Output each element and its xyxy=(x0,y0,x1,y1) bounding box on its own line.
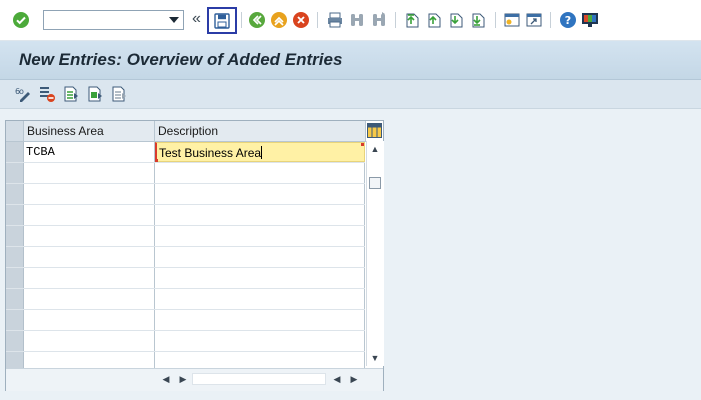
row-selector[interactable] xyxy=(6,331,24,351)
description-cell[interactable]: Test Business Area xyxy=(155,142,365,162)
business-area-cell[interactable] xyxy=(24,163,155,183)
customize-layout-icon[interactable] xyxy=(581,11,599,29)
first-page-icon[interactable] xyxy=(403,11,421,29)
description-cell[interactable] xyxy=(155,289,365,309)
table-body: TCBA Test Business Area xyxy=(6,142,365,373)
row-selector[interactable] xyxy=(6,247,24,267)
toolbar-separator xyxy=(317,12,318,28)
previous-page-icon[interactable] xyxy=(425,11,443,29)
business-area-cell[interactable] xyxy=(24,289,155,309)
scroll-down-icon[interactable]: ▼ xyxy=(370,353,380,363)
scroll-right-icon[interactable]: ▶ xyxy=(178,373,188,385)
column-header-description[interactable]: Description xyxy=(155,121,366,141)
title-bar: New Entries: Overview of Added Entries xyxy=(0,41,701,80)
business-area-cell[interactable]: TCBA xyxy=(24,142,155,162)
toolbar-separator xyxy=(241,12,242,28)
table-row xyxy=(6,310,365,331)
row-selector[interactable] xyxy=(6,268,24,288)
table-settings-icon[interactable] xyxy=(366,122,382,139)
last-page-icon[interactable] xyxy=(469,11,487,29)
row-selector[interactable] xyxy=(6,226,24,246)
business-area-cell[interactable] xyxy=(24,184,155,204)
next-page-icon[interactable] xyxy=(447,11,465,29)
description-cell[interactable] xyxy=(155,268,365,288)
table-row: TCBA Test Business Area xyxy=(6,142,365,163)
entries-table: Business Area Description TCBA Test Busi… xyxy=(5,120,384,391)
row-selector[interactable] xyxy=(6,310,24,330)
description-cell-text: Test Business Area xyxy=(159,146,262,160)
description-cell[interactable] xyxy=(155,184,365,204)
table-row xyxy=(6,268,365,289)
find-icon[interactable] xyxy=(348,11,366,29)
row-selector[interactable] xyxy=(6,142,24,162)
row-selector[interactable] xyxy=(6,184,24,204)
description-cell[interactable] xyxy=(155,310,365,330)
scroll-up-icon[interactable]: ▲ xyxy=(370,144,380,154)
application-toolbar: 6o xyxy=(0,80,701,109)
table-row xyxy=(6,226,365,247)
description-cell[interactable] xyxy=(155,226,365,246)
business-area-cell[interactable] xyxy=(24,226,155,246)
vertical-scrollbar[interactable]: ▲ ▼ xyxy=(366,141,384,366)
collapse-command-field-icon[interactable]: « xyxy=(192,10,201,28)
row-selector[interactable] xyxy=(6,163,24,183)
display-change-icon[interactable]: 6o xyxy=(14,85,32,103)
business-area-cell[interactable] xyxy=(24,268,155,288)
business-area-cell[interactable] xyxy=(24,247,155,267)
back-icon[interactable] xyxy=(248,11,266,29)
deselect-all-icon[interactable] xyxy=(110,85,128,103)
svg-text:o: o xyxy=(19,87,24,96)
create-session-icon[interactable] xyxy=(503,11,521,29)
find-next-icon[interactable] xyxy=(370,11,388,29)
help-icon[interactable]: ? xyxy=(559,11,577,29)
horizontal-scroll-track[interactable] xyxy=(192,373,326,385)
select-block-icon[interactable] xyxy=(86,85,104,103)
description-cell[interactable] xyxy=(155,205,365,225)
description-cell[interactable] xyxy=(155,163,365,183)
page-title: New Entries: Overview of Added Entries xyxy=(19,50,343,69)
table-row xyxy=(6,247,365,268)
table-row xyxy=(6,163,365,184)
row-selector[interactable] xyxy=(6,289,24,309)
command-field[interactable] xyxy=(43,10,184,30)
text-cursor xyxy=(261,146,263,159)
description-cell[interactable] xyxy=(155,247,365,267)
svg-text:?: ? xyxy=(565,14,571,27)
command-field-dropdown-icon[interactable] xyxy=(166,12,182,28)
scroll-left-icon[interactable]: ◀ xyxy=(332,373,342,385)
description-cell[interactable] xyxy=(155,331,365,351)
scroll-right-icon[interactable]: ▶ xyxy=(349,373,359,385)
cancel-icon[interactable] xyxy=(292,11,310,29)
print-icon[interactable] xyxy=(326,11,344,29)
table-row xyxy=(6,331,365,352)
scroll-left-icon[interactable]: ◀ xyxy=(161,373,171,385)
business-area-cell[interactable] xyxy=(24,331,155,351)
delete-row-icon[interactable] xyxy=(38,85,56,103)
exit-icon[interactable] xyxy=(270,11,288,29)
toolbar-separator xyxy=(495,12,496,28)
enter-icon[interactable] xyxy=(12,11,30,29)
shortcut-icon[interactable] xyxy=(525,11,543,29)
save-button[interactable] xyxy=(207,7,237,34)
row-selector[interactable] xyxy=(6,205,24,225)
system-toolbar: « ? xyxy=(0,0,701,41)
scroll-thumb[interactable] xyxy=(369,177,381,189)
table-row xyxy=(6,205,365,226)
horizontal-scrollbar: ◀ ▶ ◀ ▶ xyxy=(6,368,383,391)
business-area-cell[interactable] xyxy=(24,205,155,225)
business-area-cell[interactable] xyxy=(24,310,155,330)
select-all-rows-button[interactable] xyxy=(6,121,24,141)
table-row xyxy=(6,184,365,205)
select-all-icon[interactable] xyxy=(62,85,80,103)
toolbar-separator xyxy=(395,12,396,28)
table-row xyxy=(6,289,365,310)
column-header-business-area[interactable]: Business Area xyxy=(24,121,155,141)
toolbar-separator xyxy=(550,12,551,28)
save-icon xyxy=(214,12,230,29)
table-header: Business Area Description xyxy=(6,121,366,142)
